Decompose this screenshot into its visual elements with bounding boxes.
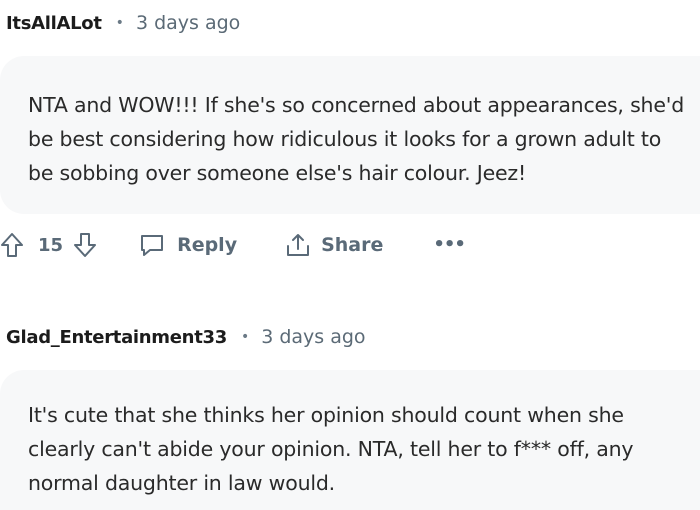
comment-body: It's cute that she thinks her opinion sh… <box>28 403 634 495</box>
upvote-icon[interactable] <box>0 232 24 258</box>
share-button[interactable]: Share <box>285 232 383 258</box>
reply-icon <box>139 232 165 258</box>
meta-separator: • <box>115 15 124 31</box>
comment-body: NTA and WOW!!! If she's so concerned abo… <box>28 93 685 185</box>
comment-meta: ItsAllALot • 3 days ago <box>6 10 240 36</box>
meta-separator: • <box>240 329 250 345</box>
reply-label: Reply <box>177 234 238 256</box>
comment-author[interactable]: ItsAllALot <box>6 13 102 34</box>
comment-bubble: NTA and WOW!!! If she's so concerned abo… <box>0 56 700 214</box>
comment-timestamp[interactable]: 3 days ago <box>261 326 365 348</box>
vote-count: 15 <box>38 234 64 256</box>
comment-author[interactable]: Glad_Entertainment33 <box>6 327 227 348</box>
comment-meta: Glad_Entertainment33 • 3 days ago <box>6 324 366 350</box>
more-icon: ••• <box>433 234 466 255</box>
vote-controls: 15 <box>0 232 97 258</box>
share-label: Share <box>321 234 384 256</box>
comment-actions: 15 Reply Share ••• <box>0 229 466 261</box>
reply-button[interactable]: Reply <box>139 232 237 258</box>
comment-timestamp[interactable]: 3 days ago <box>136 12 240 34</box>
share-icon <box>285 232 311 258</box>
downvote-icon[interactable] <box>73 232 97 258</box>
comment-bubble: It's cute that she thinks her opinion sh… <box>0 370 700 510</box>
more-options-button[interactable]: ••• <box>433 234 466 255</box>
